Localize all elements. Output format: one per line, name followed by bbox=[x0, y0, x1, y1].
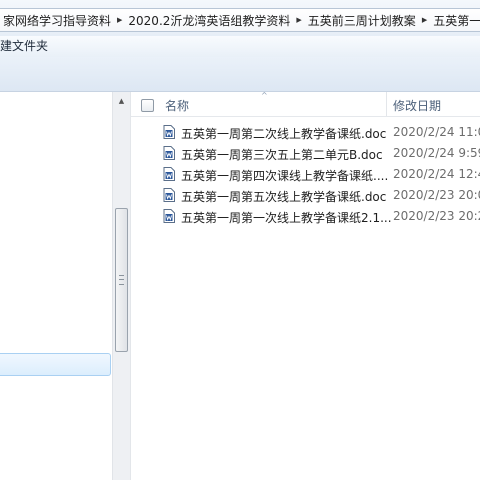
file-list: 名称 ^ 修改日期 五英第一周第二次线上教学备课纸.doc 2020/2/24 … bbox=[131, 91, 480, 480]
scroll-thumb[interactable] bbox=[115, 208, 128, 352]
breadcrumb[interactable]: 家网络学习指导资料 ▶ 2020.2沂龙湾英语组教学资料 ▶ 五英前三周计划教案… bbox=[0, 8, 480, 32]
file-name[interactable]: 五英第一周第一次线上教学备课纸2.1... bbox=[181, 209, 392, 226]
breadcrumb-item[interactable]: 家网络学习指导资料 bbox=[0, 12, 114, 29]
file-row[interactable]: 五英第一周第五次线上教学备课纸.doc 2020/2/23 20:06 bbox=[131, 185, 480, 206]
file-name[interactable]: 五英第一周第四次课线上教学备课纸.... bbox=[181, 167, 388, 184]
file-date: 2020/2/24 11:04 bbox=[393, 125, 480, 139]
toolbar-background bbox=[0, 57, 480, 92]
chevron-right-icon[interactable]: ▶ bbox=[114, 16, 125, 24]
breadcrumb-item[interactable]: 2020.2沂龙湾英语组教学资料 bbox=[125, 12, 293, 29]
chevron-right-icon[interactable]: ▶ bbox=[419, 16, 430, 24]
word-document-icon bbox=[163, 188, 175, 202]
word-document-icon bbox=[163, 167, 175, 181]
word-document-icon bbox=[163, 209, 175, 223]
file-name[interactable]: 五英第一周第五次线上教学备课纸.doc bbox=[181, 188, 386, 205]
breadcrumb-item[interactable]: 五英第一周 bbox=[430, 12, 480, 29]
file-name[interactable]: 五英第一周第二次线上教学备课纸.doc bbox=[181, 125, 386, 142]
sort-ascending-icon: ^ bbox=[261, 91, 268, 100]
column-header-name[interactable]: 名称 bbox=[165, 97, 189, 114]
breadcrumb-item[interactable]: 五英前三周计划教案 bbox=[305, 12, 419, 29]
chevron-right-icon[interactable]: ▶ bbox=[293, 16, 304, 24]
navigation-pane bbox=[0, 92, 112, 480]
file-date: 2020/2/23 20:27 bbox=[393, 209, 480, 223]
address-bar: 家网络学习指导资料 ▶ 2020.2沂龙湾英语组教学资料 ▶ 五英前三周计划教案… bbox=[0, 0, 480, 36]
file-date: 2020/2/23 20:06 bbox=[393, 188, 480, 202]
grip-icon bbox=[119, 275, 124, 285]
word-document-icon bbox=[163, 146, 175, 160]
file-row[interactable]: 五英第一周第二次线上教学备课纸.doc 2020/2/24 11:04 bbox=[131, 122, 480, 143]
nav-selected-item[interactable] bbox=[0, 353, 111, 376]
file-date: 2020/2/24 9:59 bbox=[393, 146, 480, 160]
nav-scrollbar[interactable]: ▲ bbox=[112, 92, 130, 480]
file-row[interactable]: 五英第一周第一次线上教学备课纸2.1... 2020/2/23 20:27 bbox=[131, 206, 480, 227]
file-date: 2020/2/24 12:41 bbox=[393, 167, 480, 181]
new-folder-button[interactable]: 建文件夹 bbox=[0, 38, 52, 55]
column-headers: 名称 ^ 修改日期 bbox=[131, 91, 480, 117]
toolbar: 建文件夹 bbox=[0, 36, 480, 57]
file-row[interactable]: 五英第一周第三次五上第二单元B.doc 2020/2/24 9:59 bbox=[131, 143, 480, 164]
word-document-icon bbox=[163, 125, 175, 139]
file-row[interactable]: 五英第一周第四次课线上教学备课纸.... 2020/2/24 12:41 bbox=[131, 164, 480, 185]
file-name[interactable]: 五英第一周第三次五上第二单元B.doc bbox=[181, 146, 383, 163]
select-all-checkbox[interactable] bbox=[141, 99, 154, 112]
column-header-date-modified[interactable]: 修改日期 bbox=[393, 97, 441, 114]
scroll-up-arrow-icon[interactable]: ▲ bbox=[113, 92, 130, 109]
column-divider[interactable] bbox=[386, 92, 387, 116]
